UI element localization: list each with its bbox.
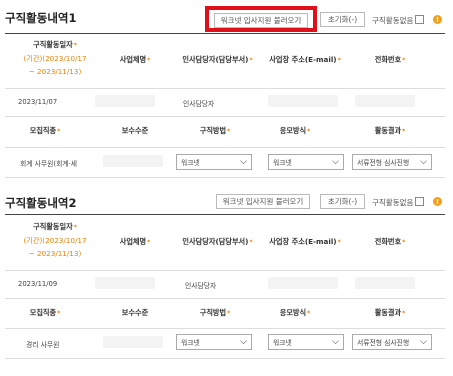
header-company: 사업체명* xyxy=(119,55,151,64)
company-value xyxy=(95,277,155,289)
reset-button-2[interactable]: 초기화(-) xyxy=(320,194,365,209)
job-field-value: 경리 사무원 xyxy=(26,341,60,349)
divider xyxy=(5,298,445,299)
period-text: (기간)(2023/10/17 ~ 2023/11/13) xyxy=(23,54,87,76)
divider xyxy=(5,88,445,89)
company-value xyxy=(95,95,155,107)
header-field: 모집직종* xyxy=(29,308,61,317)
section1-title: 구직활동내역1 xyxy=(5,11,77,25)
header-date: 구직활동일자* xyxy=(33,222,77,231)
divider xyxy=(5,177,445,178)
result-select-1[interactable]: 서류전형 심사진행 ⌵ xyxy=(352,154,432,170)
divider xyxy=(5,214,445,215)
divider xyxy=(5,33,445,34)
header-apply: 응모방식* xyxy=(279,126,311,135)
info-icon: ! xyxy=(433,197,442,206)
activity-date: 2023/11/09 xyxy=(18,280,58,288)
person-value: 인사담당자 xyxy=(183,100,215,108)
job-field-value: 회계 사무원(회계·세 xyxy=(20,160,77,168)
reset-button-1[interactable]: 초기화(-) xyxy=(320,12,365,27)
person-value: 인사담당자 xyxy=(185,282,217,290)
header-address: 사업장 주소(E-mail)* xyxy=(269,55,341,64)
no-activity-label-2: 구직활동없음 xyxy=(372,198,414,207)
activity-date: 2023/11/07 xyxy=(18,98,58,106)
header-date: 구직활동일자* xyxy=(33,40,77,49)
header-phone: 전화번호* xyxy=(374,237,406,246)
load-worknet-button-2[interactable]: 워크넷 입사지원 불러오기 xyxy=(216,194,310,209)
section2-title: 구직활동내역2 xyxy=(5,196,77,210)
header-method: 구직방법* xyxy=(199,308,231,317)
method-select-2[interactable]: 워크넷 ⌵ xyxy=(176,334,252,350)
divider xyxy=(5,147,445,148)
salary-value xyxy=(103,155,163,167)
salary-value xyxy=(103,336,163,348)
divider xyxy=(5,358,445,359)
chevron-down-icon: ⌵ xyxy=(420,337,427,347)
header-phone: 전화번호* xyxy=(374,55,406,64)
header-person: 인사담당자(담당부서)* xyxy=(182,55,253,64)
divider xyxy=(5,270,445,271)
period-text: (기간)(2023/10/17 ~ 2023/11/13) xyxy=(23,236,87,258)
header-apply: 응모방식* xyxy=(279,308,311,317)
phone-value xyxy=(355,95,415,107)
apply-select-1[interactable]: 워크넷 ⌵ xyxy=(268,154,344,170)
header-address: 사업장 주소(E-mail)* xyxy=(269,237,341,246)
apply-select-2[interactable]: 워크넷 ⌵ xyxy=(268,334,344,350)
address-value xyxy=(268,95,338,107)
phone-value xyxy=(355,277,415,289)
divider xyxy=(5,116,445,117)
header-method: 구직방법* xyxy=(199,126,231,135)
no-activity-label-1: 구직활동없음 xyxy=(372,16,414,25)
header-person: 인사담당자(담당부서)* xyxy=(182,237,253,246)
no-activity-checkbox-2[interactable] xyxy=(415,197,424,206)
result-select-2[interactable]: 서류전형 심사진행 ⌵ xyxy=(352,334,432,350)
chevron-down-icon: ⌵ xyxy=(240,157,247,167)
divider xyxy=(5,328,445,329)
chevron-down-icon: ⌵ xyxy=(332,337,339,347)
load-worknet-button-1[interactable]: 워크넷 입사지원 불러오기 xyxy=(214,13,308,28)
chevron-down-icon: ⌵ xyxy=(332,157,339,167)
header-field: 모집직종* xyxy=(29,126,61,135)
chevron-down-icon: ⌵ xyxy=(240,337,247,347)
header-company: 사업체명* xyxy=(119,237,151,246)
header-salary: 보수수준 xyxy=(121,308,149,317)
header-result: 활동결과* xyxy=(374,126,406,135)
header-result: 활동결과* xyxy=(374,308,406,317)
header-salary: 보수수준 xyxy=(121,126,149,135)
info-icon: ! xyxy=(433,15,442,24)
chevron-down-icon: ⌵ xyxy=(420,157,427,167)
no-activity-checkbox-1[interactable] xyxy=(415,15,424,24)
method-select-1[interactable]: 워크넷 ⌵ xyxy=(176,154,252,170)
address-value xyxy=(268,277,338,289)
